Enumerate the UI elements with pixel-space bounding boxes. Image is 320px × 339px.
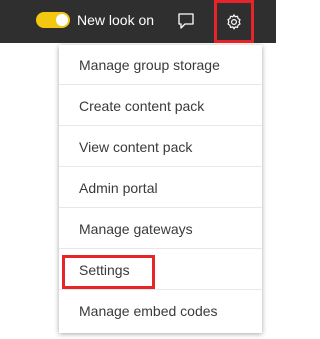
new-look-toggle[interactable]: New look on (36, 9, 154, 31)
toggle-label: New look on (77, 12, 155, 28)
toggle-knob (56, 14, 68, 26)
menu-item-manage-embed-codes[interactable]: Manage embed codes (59, 291, 262, 331)
menu-item-view-content-pack[interactable]: View content pack (59, 127, 262, 167)
top-bar: New look on (0, 0, 276, 43)
settings-dropdown-menu: Manage group storage Create content pack… (59, 45, 262, 333)
menu-item-settings[interactable]: Settings (59, 250, 262, 290)
menu-item-create-content-pack[interactable]: Create content pack (59, 86, 262, 126)
menu-item-admin-portal[interactable]: Admin portal (59, 168, 262, 208)
chat-icon (178, 13, 194, 29)
gear-icon (227, 13, 241, 29)
toggle-switch[interactable] (36, 12, 70, 28)
chat-button[interactable] (175, 10, 197, 32)
menu-item-manage-group-storage[interactable]: Manage group storage (59, 45, 262, 85)
menu-item-manage-gateways[interactable]: Manage gateways (59, 209, 262, 249)
settings-gear-button[interactable] (214, 0, 254, 43)
